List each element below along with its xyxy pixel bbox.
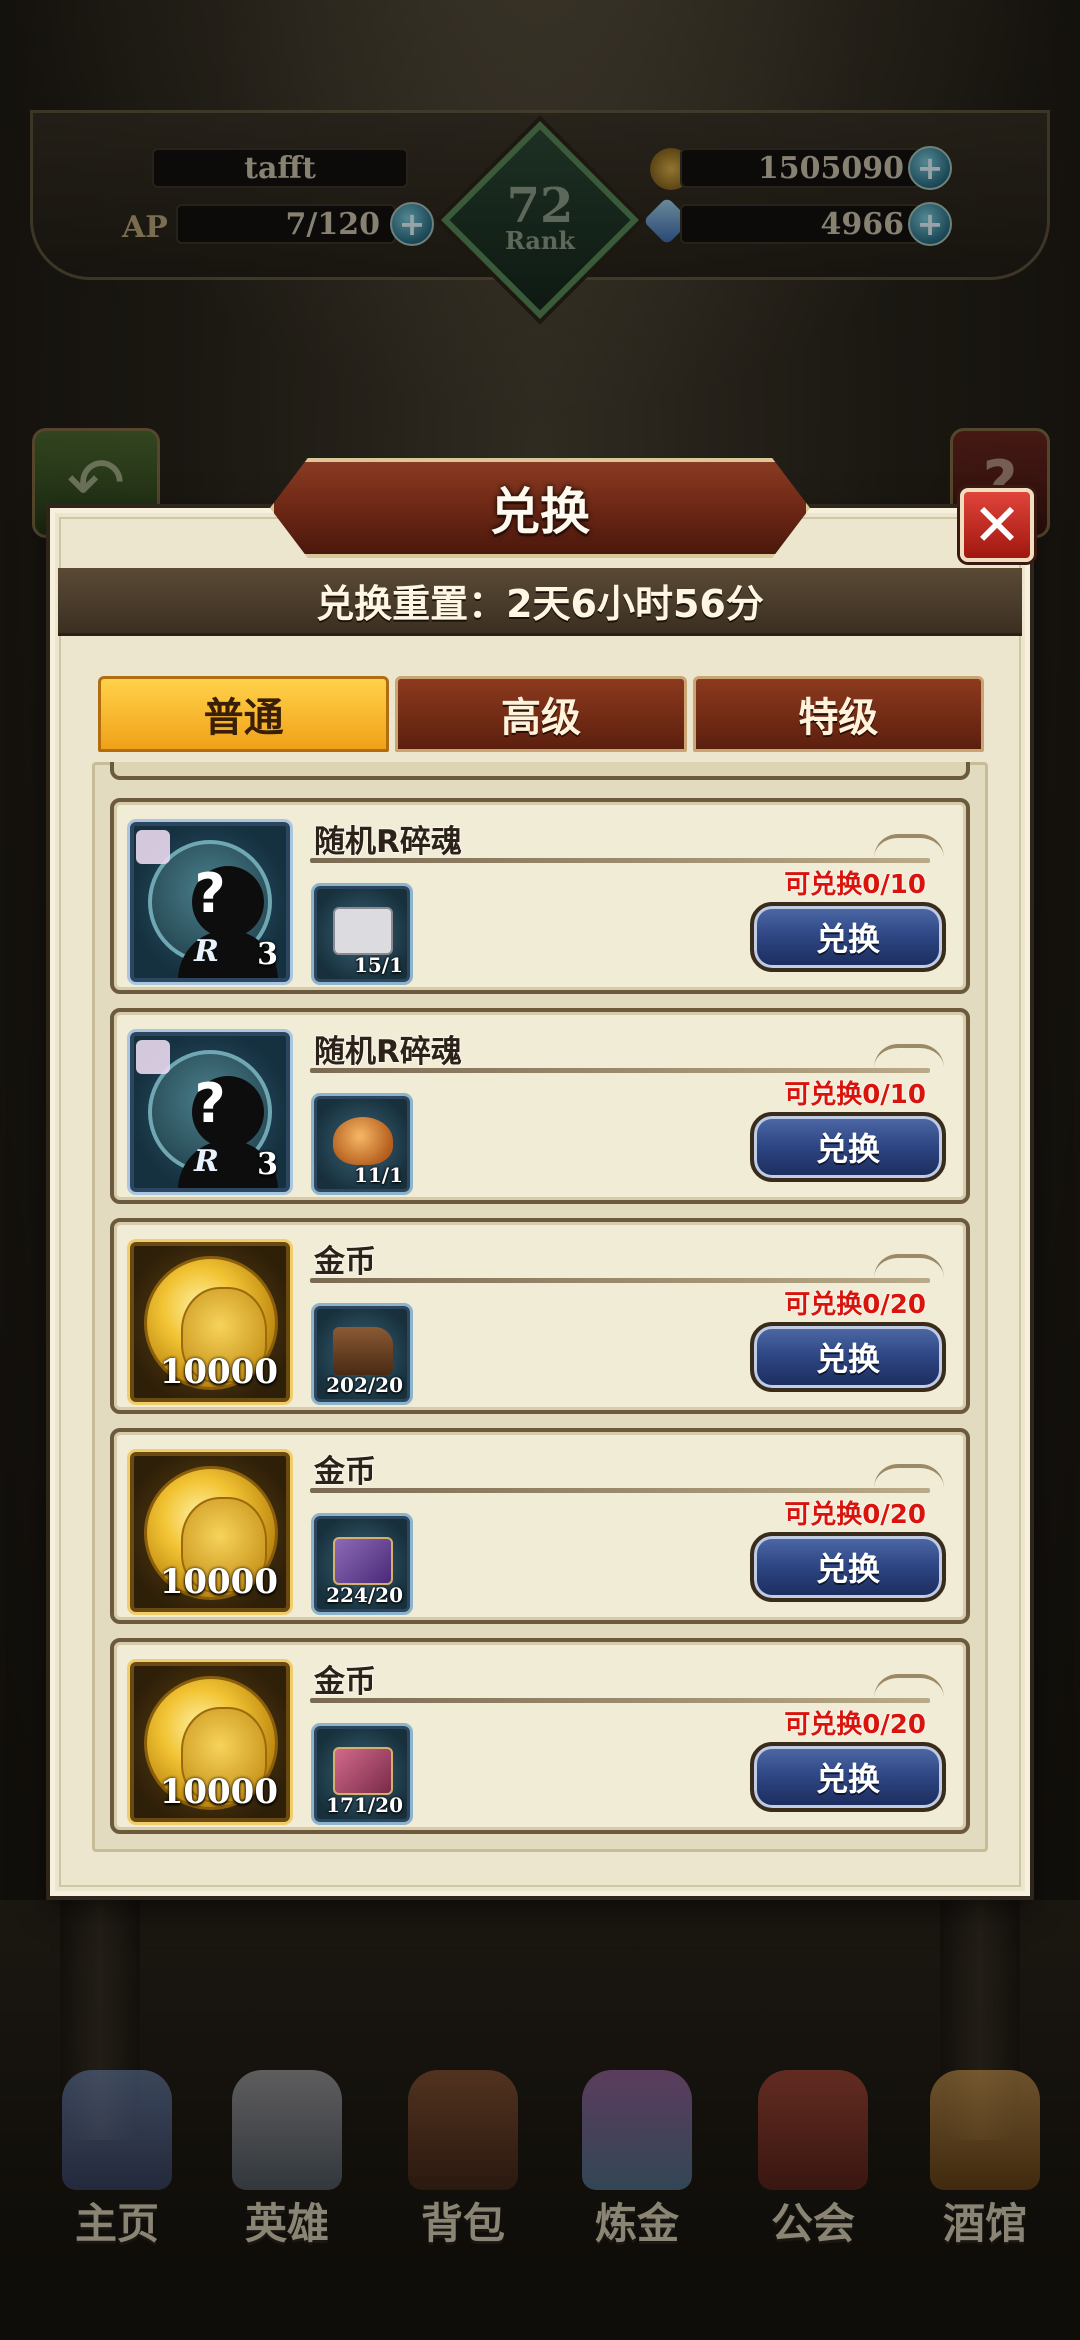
nav-guild[interactable]: 公会	[728, 2060, 898, 2260]
exchange-button[interactable]: 兑换	[750, 902, 946, 972]
item-name: 随机R碎魂	[314, 1034, 462, 1070]
question-mark: ?	[194, 862, 226, 925]
list-item: ? R 3 随机R碎魂 11/1 可兑换0/10 兑换	[110, 1008, 970, 1204]
item-name: 金币	[314, 1454, 376, 1490]
cost-item[interactable]: 224/20	[314, 1516, 410, 1612]
hero-helmet-icon	[232, 2070, 342, 2190]
puzzle-piece-icon	[136, 830, 170, 864]
divider	[310, 1068, 930, 1073]
dialog-title: 兑换	[490, 483, 590, 541]
rarity-r: R	[194, 1144, 219, 1179]
gold-coin-icon[interactable]: 10000	[130, 1242, 290, 1402]
list-item: 10000 金币 171/20 可兑换0/20 兑换	[110, 1638, 970, 1834]
cost-count: 202/20	[326, 1373, 403, 1397]
question-mark: ?	[194, 1072, 226, 1135]
tavern-mug-icon	[930, 2070, 1040, 2190]
cost-count: 224/20	[326, 1583, 403, 1607]
cost-item[interactable]: 202/20	[314, 1306, 410, 1402]
divider	[310, 1698, 930, 1703]
list-item: 10000 金币 224/20 可兑换0/20 兑换	[110, 1428, 970, 1624]
cost-count: 15/1	[353, 953, 403, 977]
cost-count: 171/20	[326, 1793, 403, 1817]
backpack-icon	[408, 2070, 518, 2190]
vine-ornament	[874, 1464, 944, 1488]
random-r-soul-icon[interactable]: ? R 3	[130, 822, 290, 982]
list-top-edge	[110, 762, 970, 780]
pink-book-icon	[333, 1747, 393, 1795]
nav-label: 英雄	[244, 2199, 329, 2248]
cost-item[interactable]: 171/20	[314, 1726, 410, 1822]
nav-label: 炼金	[594, 2199, 679, 2248]
boots-icon	[333, 1327, 393, 1375]
guild-shield-icon	[758, 2070, 868, 2190]
nav-label: 酒馆	[942, 2199, 1027, 2248]
nav-alchemy[interactable]: 炼金	[552, 2060, 722, 2260]
bottom-bar	[0, 2250, 1080, 2340]
nav-home[interactable]: 主页	[32, 2060, 202, 2260]
item-name: 随机R碎魂	[314, 824, 462, 860]
vine-ornament	[874, 1044, 944, 1068]
divider	[310, 1488, 930, 1493]
item-name: 金币	[314, 1664, 376, 1700]
castle-icon	[62, 2070, 172, 2190]
vine-ornament	[874, 834, 944, 858]
exchange-limit: 可兑换0/20	[784, 1710, 926, 1740]
nav-label: 公会	[770, 2199, 855, 2248]
puzzle-piece-icon	[136, 1040, 170, 1074]
cost-count: 11/1	[353, 1163, 403, 1187]
nav-heroes[interactable]: 英雄	[202, 2060, 372, 2260]
exchange-button[interactable]: 兑换	[750, 1532, 946, 1602]
bottom-nav: 主页 英雄 背包 炼金 公会 酒馆	[0, 2060, 1080, 2260]
bread-icon	[333, 1117, 393, 1165]
tab-bar: 普通 高级 特级	[98, 676, 984, 752]
nav-tavern[interactable]: 酒馆	[900, 2060, 1070, 2260]
exchange-limit: 可兑换0/10	[784, 870, 926, 900]
reset-timer: 兑换重置：2天6小时56分	[58, 568, 1022, 636]
item-name: 金币	[314, 1244, 376, 1280]
nav-label: 背包	[420, 2199, 505, 2248]
exchange-button[interactable]: 兑换	[750, 1742, 946, 1812]
exchange-button[interactable]: 兑换	[750, 1112, 946, 1182]
gold-coin-icon[interactable]: 10000	[130, 1452, 290, 1612]
vine-ornament	[874, 1254, 944, 1278]
nav-label: 主页	[74, 2199, 159, 2248]
divider	[310, 858, 930, 863]
tab-advanced[interactable]: 高级	[395, 676, 687, 752]
reward-count: 10000	[159, 1772, 278, 1812]
divider	[310, 1278, 930, 1283]
nav-backpack[interactable]: 背包	[378, 2060, 548, 2260]
purple-book-icon	[333, 1537, 393, 1585]
exchange-limit: 可兑换0/20	[784, 1290, 926, 1320]
cost-item[interactable]: 15/1	[314, 886, 410, 982]
reward-count: 3	[257, 937, 278, 972]
reward-count: 3	[257, 1147, 278, 1182]
cost-item[interactable]: 11/1	[314, 1096, 410, 1192]
list-item: ? R 3 随机R碎魂 15/1 可兑换0/10 兑换	[110, 798, 970, 994]
list-item: 10000 金币 202/20 可兑换0/20 兑换	[110, 1218, 970, 1414]
rarity-r: R	[194, 934, 219, 969]
close-button[interactable]: ✕	[960, 488, 1034, 562]
vine-ornament	[874, 1674, 944, 1698]
random-r-soul-icon[interactable]: ? R 3	[130, 1032, 290, 1192]
exchange-limit: 可兑换0/10	[784, 1080, 926, 1110]
tab-special[interactable]: 特级	[692, 676, 984, 752]
ticket-icon	[333, 907, 393, 955]
tab-normal[interactable]: 普通	[98, 676, 390, 752]
alchemy-flask-icon	[582, 2070, 692, 2190]
exchange-button[interactable]: 兑换	[750, 1322, 946, 1392]
exchange-limit: 可兑换0/20	[784, 1500, 926, 1530]
reward-count: 10000	[159, 1352, 278, 1392]
gold-coin-icon[interactable]: 10000	[130, 1662, 290, 1822]
reward-count: 10000	[159, 1562, 278, 1602]
